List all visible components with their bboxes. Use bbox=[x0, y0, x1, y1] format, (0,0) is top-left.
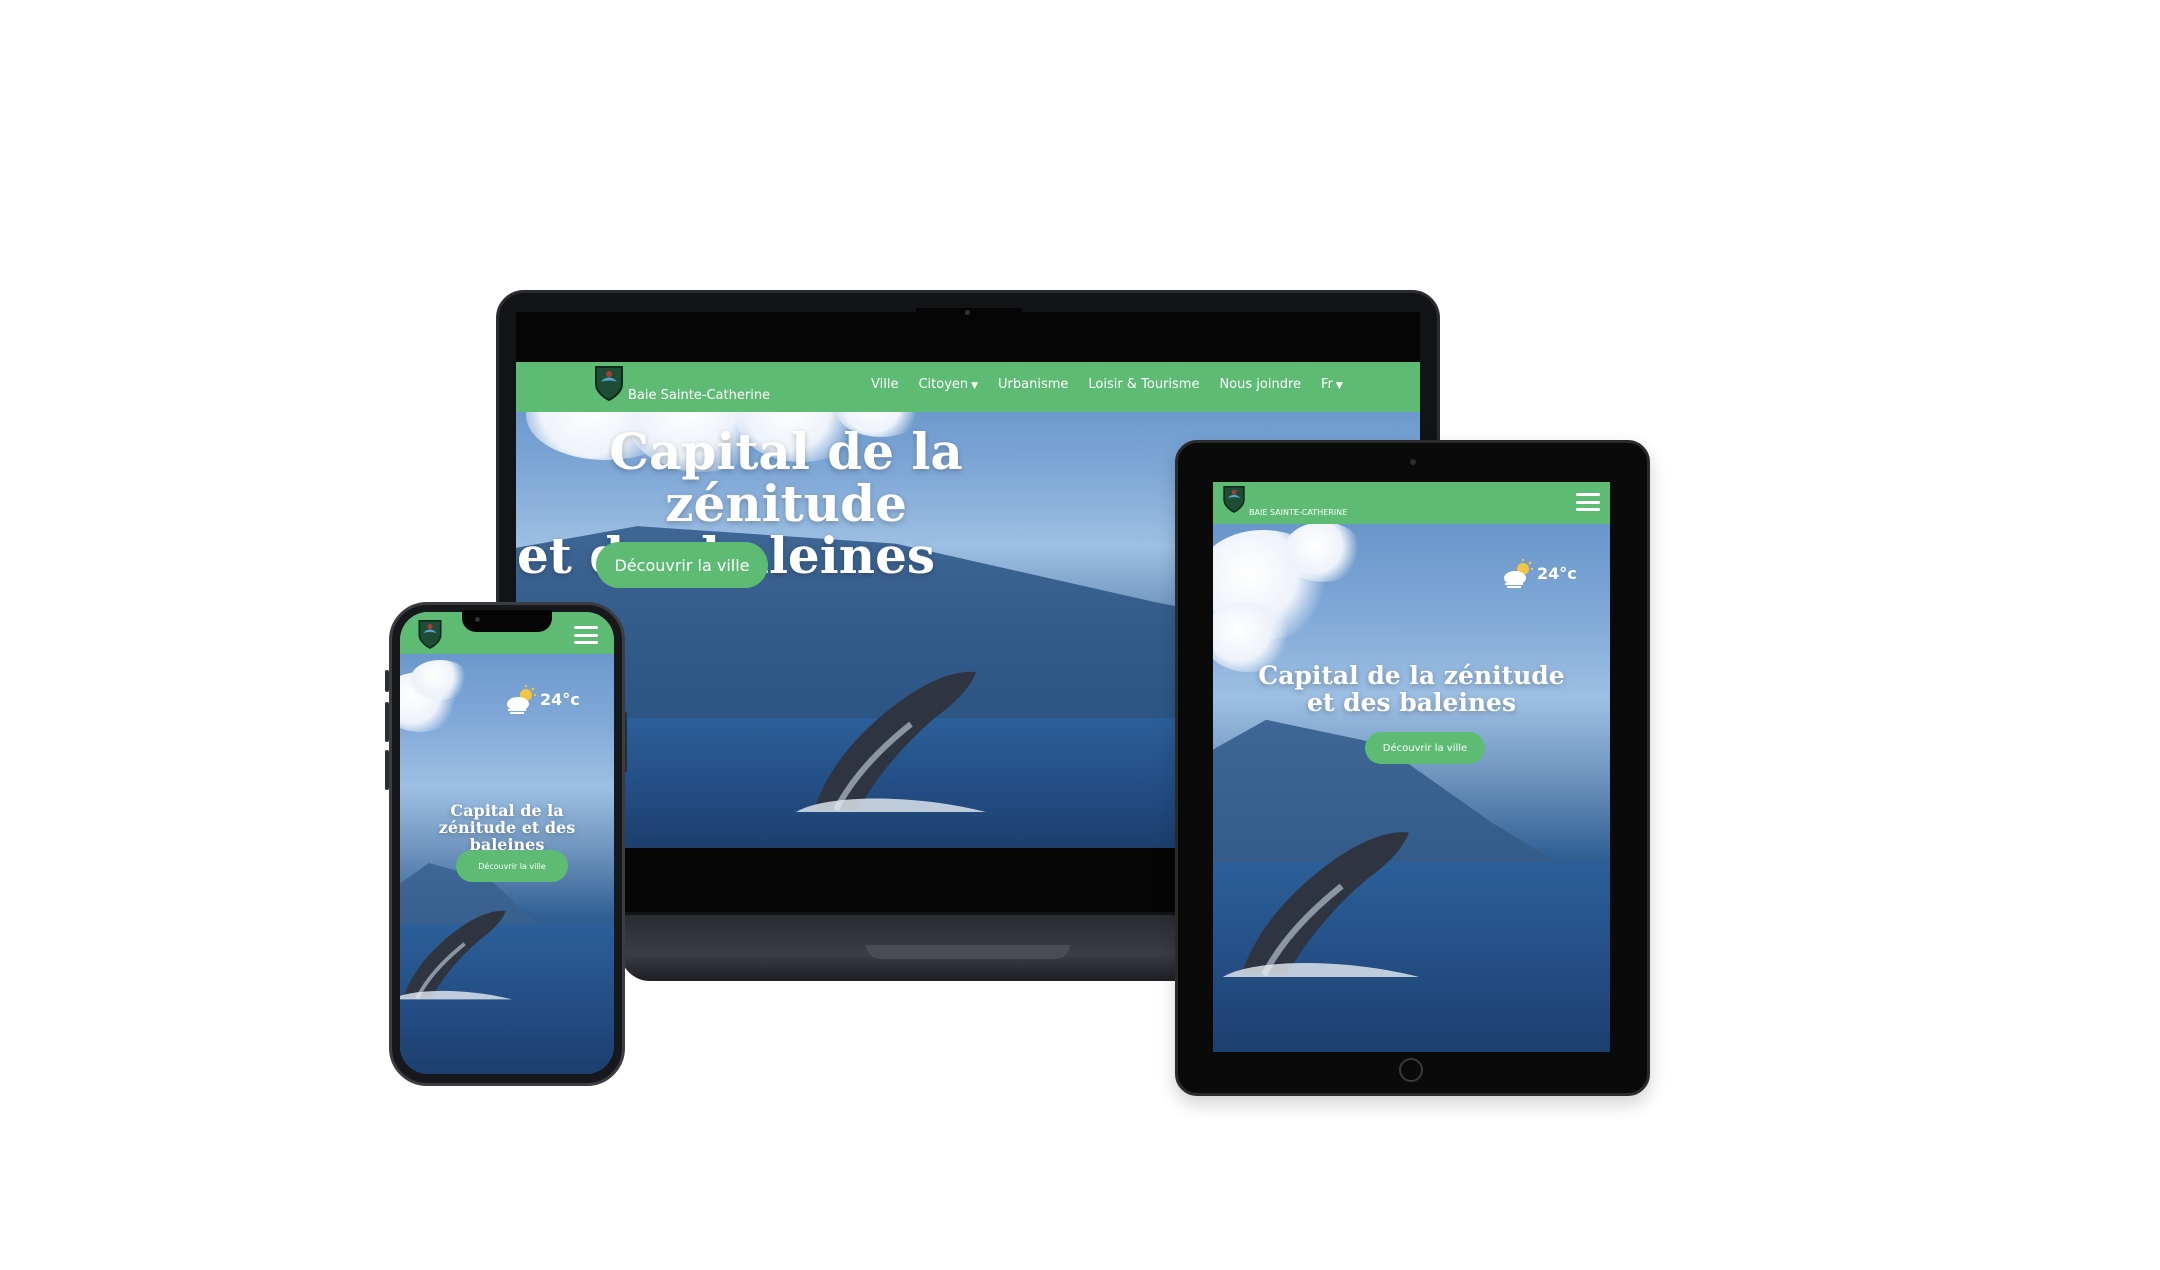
tablet-camera-icon bbox=[1410, 459, 1416, 465]
hero-title-line1: Capital de la zénitude bbox=[609, 422, 963, 533]
main-nav: Ville Citoyen ▼ Urbanisme Loisir & Touris… bbox=[871, 377, 1343, 392]
chevron-down-icon: ▼ bbox=[1335, 381, 1343, 391]
hero-title: Capital de la zénitude et des baleines bbox=[1258, 661, 1565, 717]
weather-temperature: 24°c bbox=[1537, 563, 1577, 583]
coat-of-arms-logo[interactable] bbox=[592, 364, 626, 402]
chevron-down-icon: ▼ bbox=[971, 381, 979, 391]
nav-item-ville[interactable]: Ville bbox=[871, 377, 898, 392]
discover-city-button[interactable]: Découvrir la ville bbox=[596, 542, 768, 588]
hero-image: 24°c Capital de la zénitude et des balei… bbox=[1213, 482, 1610, 1052]
hamburger-menu-icon[interactable] bbox=[574, 626, 598, 644]
hamburger-menu-icon[interactable] bbox=[1576, 493, 1600, 511]
whale-image bbox=[1221, 822, 1421, 977]
partly-cloudy-icon bbox=[1504, 559, 1533, 588]
laptop-camera-icon bbox=[965, 310, 970, 315]
hero-image: 24°c Capital de la zénitude et des balei… bbox=[400, 612, 614, 1074]
phone-camera-icon bbox=[475, 617, 480, 622]
laptop-trackpad-notch bbox=[866, 945, 1070, 959]
nav-item-loisir-tourisme[interactable]: Loisir & Tourisme bbox=[1088, 377, 1199, 392]
nav-item-citoyen[interactable]: Citoyen ▼ bbox=[918, 377, 978, 392]
discover-city-button[interactable]: Découvrir la ville bbox=[1365, 732, 1485, 764]
partly-cloudy-icon bbox=[507, 685, 536, 714]
coat-of-arms-logo[interactable] bbox=[416, 618, 444, 650]
whale-image bbox=[400, 892, 512, 1012]
nav-item-nous-joindre[interactable]: Nous joindre bbox=[1219, 377, 1301, 392]
nav-item-urbanisme[interactable]: Urbanisme bbox=[998, 377, 1068, 392]
brand-name[interactable]: Baie Sainte-Catherine bbox=[628, 388, 770, 403]
language-selector[interactable]: Fr ▼ bbox=[1321, 377, 1343, 392]
tablet-website: 24°c Capital de la zénitude et des balei… bbox=[1213, 482, 1610, 1052]
weather-temperature: 24°c bbox=[540, 689, 580, 709]
weather-widget: 24°c bbox=[504, 684, 580, 714]
phone-website: 24°c Capital de la zénitude et des balei… bbox=[400, 612, 614, 1074]
hero-title: Capital de la zénitude et des baleines bbox=[438, 801, 576, 854]
laptop-navbar: Baie Sainte-Catherine Ville Citoyen ▼ Urb… bbox=[516, 362, 1420, 412]
tablet-home-button[interactable] bbox=[1399, 1058, 1423, 1082]
whale-image bbox=[796, 662, 986, 812]
weather-widget: 24°c bbox=[1501, 558, 1577, 588]
tablet-navbar: BAIE SAINTE-CATHERINE bbox=[1213, 482, 1610, 524]
discover-city-button[interactable]: Découvrir la ville bbox=[456, 850, 568, 882]
coat-of-arms-logo[interactable] bbox=[1221, 484, 1247, 514]
brand-name[interactable]: BAIE SAINTE-CATHERINE bbox=[1249, 508, 1347, 517]
